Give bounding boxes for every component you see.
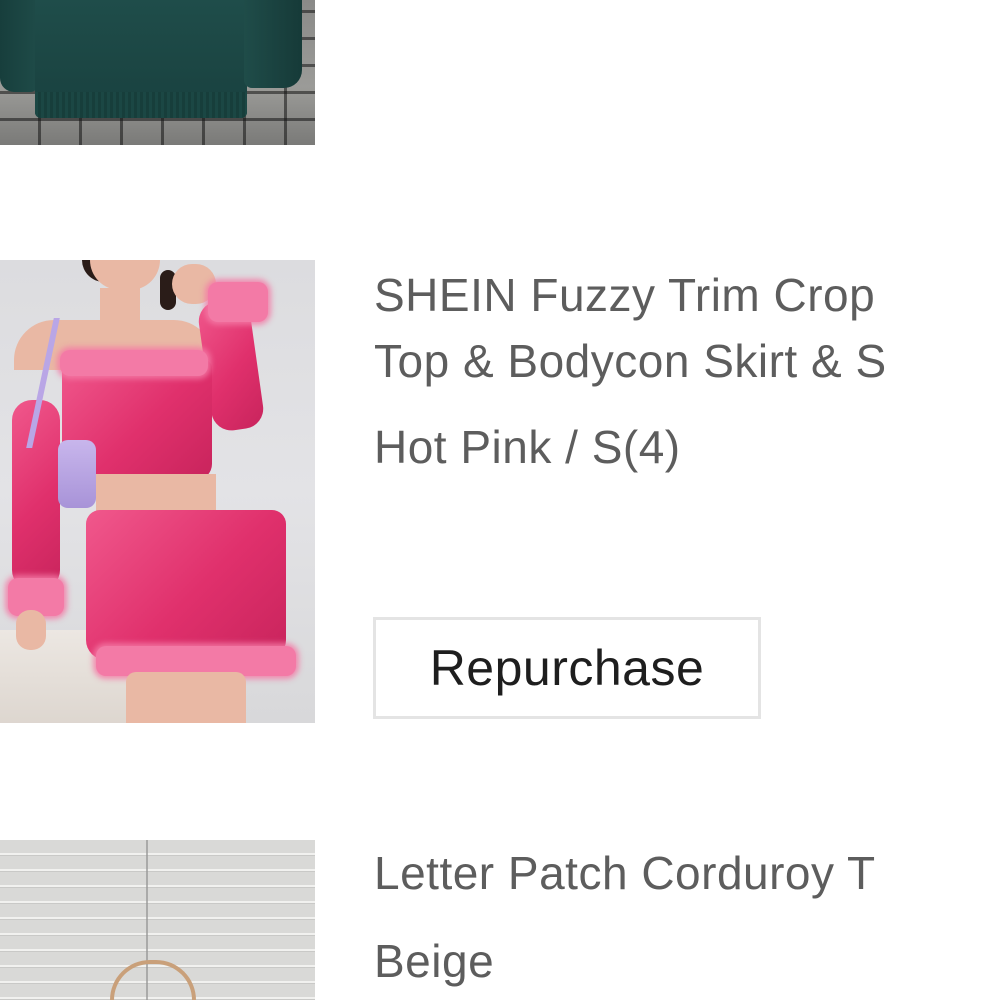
product-title[interactable]: Letter Patch Corduroy T: [374, 840, 1000, 906]
order-item-info: SHEIN Fuzzy Trim Crop Top & Bodycon Skir…: [374, 262, 1000, 480]
product-variant: Hot Pink / S(4): [374, 421, 681, 473]
sweater-hem: [35, 92, 247, 118]
product-image-pink-outfit[interactable]: [0, 260, 315, 723]
right-cuff-fuzz: [208, 282, 268, 322]
hanger: [110, 960, 196, 1000]
product-title-line-2: Top & Bodycon Skirt & S: [374, 335, 887, 387]
bodycon-skirt: [86, 510, 286, 660]
face: [90, 260, 160, 290]
product-title[interactable]: SHEIN Fuzzy Trim Crop Top & Bodycon Skir…: [374, 262, 1000, 394]
purple-bag: [58, 440, 96, 508]
left-hand: [16, 610, 46, 650]
legs: [126, 672, 246, 723]
order-item-info: Letter Patch Corduroy T Beige: [374, 840, 1000, 994]
crop-top-fuzz: [60, 350, 208, 376]
repurchase-button[interactable]: Repurchase: [373, 617, 761, 719]
product-image-beige-top[interactable]: [0, 840, 315, 1000]
product-image-green-sweater[interactable]: [0, 0, 315, 145]
sweater-sleeve-right: [244, 0, 302, 88]
product-title-line-1: SHEIN Fuzzy Trim Crop: [374, 269, 876, 321]
order-list: SHEIN Fuzzy Trim Crop Top & Bodycon Skir…: [0, 0, 1000, 1000]
sweater-sleeve-left: [0, 0, 40, 92]
product-variant: Beige: [374, 935, 495, 987]
